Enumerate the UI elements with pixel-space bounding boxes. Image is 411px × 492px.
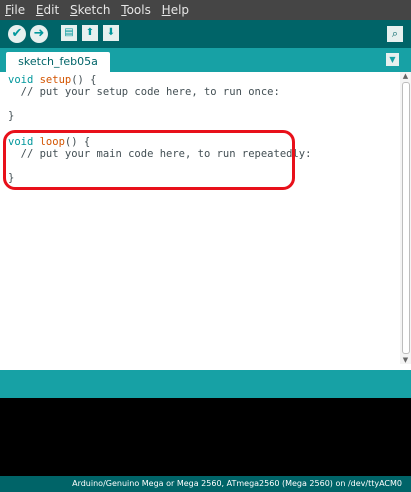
menu-edit[interactable]: Edit [31, 0, 61, 20]
serial-monitor-button[interactable]: ⌕ [387, 26, 403, 42]
menu-bar: File Edit Sketch Tools Help [0, 0, 411, 20]
triangle-down-icon: ▼ [389, 55, 396, 64]
scroll-thumb[interactable] [402, 82, 410, 354]
down-arrow-icon: ⬇ [106, 27, 116, 38]
tab-strip: sketch_feb05a ▼ [0, 48, 411, 72]
tab-label: sketch_feb05a [18, 55, 98, 68]
scroll-down-icon[interactable]: ▼ [401, 356, 410, 364]
console-output [0, 398, 411, 476]
code-line: void setup() { [8, 74, 97, 86]
new-file-icon: ▤ [64, 27, 74, 38]
code-editor[interactable]: void setup() { // put your setup code he… [0, 72, 400, 364]
tab-menu-button[interactable]: ▼ [386, 53, 399, 66]
menu-sketch[interactable]: Sketch [65, 0, 112, 20]
new-button[interactable]: ▤ [61, 25, 77, 41]
scroll-up-icon[interactable]: ▲ [401, 72, 410, 80]
menu-tools[interactable]: Tools [116, 0, 153, 20]
board-info: Arduino/Genuino Mega or Mega 2560, ATmeg… [72, 479, 402, 488]
toolbar: ✔ ➜ ▤ ⬆ ⬇ ⌕ [0, 20, 411, 48]
up-arrow-icon: ⬆ [85, 27, 95, 38]
save-button[interactable]: ⬇ [103, 25, 119, 41]
magnifier-icon: ⌕ [391, 27, 399, 40]
status-bar [0, 370, 411, 398]
menu-file[interactable]: File [0, 0, 27, 20]
code-line: } [8, 110, 15, 122]
highlight-box [3, 130, 295, 190]
code-line: // put your setup code here, to run once… [8, 86, 280, 98]
editor-scrollbar[interactable]: ▲ ▼ [400, 72, 411, 364]
checkmark-icon: ✔ [11, 26, 23, 41]
upload-button[interactable]: ➜ [30, 25, 48, 43]
tab-sketch[interactable]: sketch_feb05a [6, 52, 110, 72]
menu-help[interactable]: Help [157, 0, 191, 20]
board-status-footer: Arduino/Genuino Mega or Mega 2560, ATmeg… [0, 476, 411, 492]
right-arrow-icon: ➜ [33, 26, 45, 41]
open-button[interactable]: ⬆ [82, 25, 98, 41]
verify-button[interactable]: ✔ [8, 25, 26, 43]
